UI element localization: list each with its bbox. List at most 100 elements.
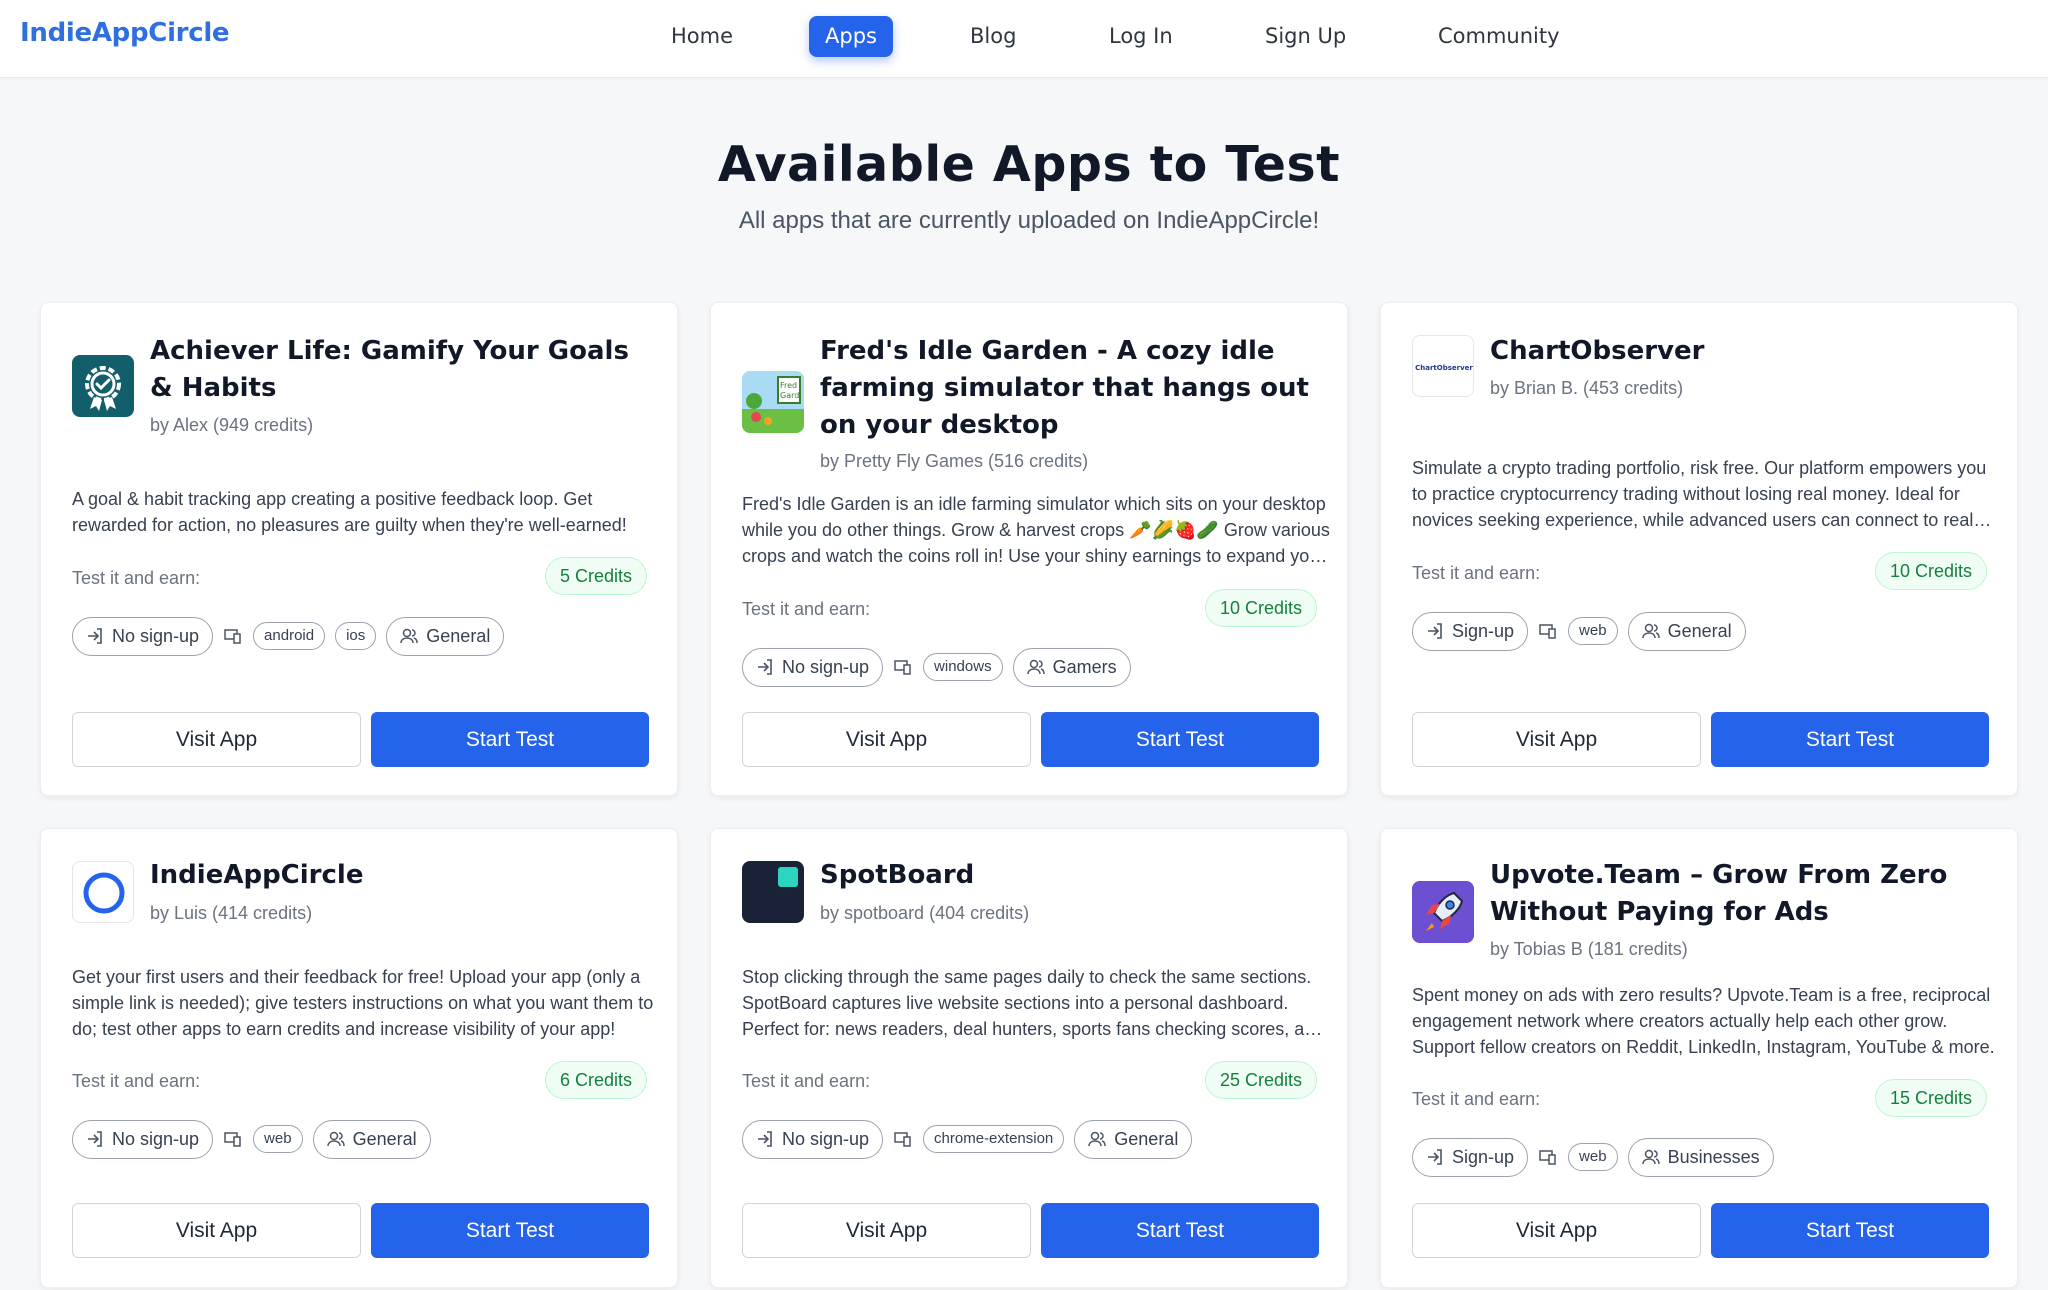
page-title: Available Apps to Test: [717, 136, 1341, 193]
visit-app-button[interactable]: Visit App: [1412, 1203, 1701, 1258]
app-author: by Alex (949 credits): [150, 415, 314, 435]
audience-tag: General: [312, 1119, 431, 1159]
login-icon: [88, 1131, 102, 1147]
users-icon: [1641, 623, 1660, 639]
users-icon: [1088, 1131, 1107, 1147]
nav-links: Home Apps Blog Log In Sign Up Community: [0, 0, 2048, 78]
start-test-button[interactable]: Start Test: [1711, 712, 1989, 767]
audience-label: Gamers: [1052, 656, 1117, 677]
visit-app-button[interactable]: Visit App: [72, 712, 361, 767]
app-card: SpotBoard by spotboard (404 credits) Sto…: [710, 828, 1348, 1288]
visit-app-button[interactable]: Visit App: [1412, 712, 1701, 767]
audience-tag: General: [1074, 1119, 1193, 1159]
audience-label: General: [1114, 1128, 1179, 1149]
nav-home[interactable]: Home: [671, 16, 733, 57]
spotboard-logo: [742, 861, 804, 923]
platform-chip: chrome-extension: [923, 1125, 1065, 1153]
earn-label: Test it and earn:: [742, 599, 871, 619]
login-icon: [1428, 1149, 1442, 1165]
signup-tag: Sign-up: [1412, 611, 1529, 651]
platform-chip: windows: [923, 653, 1003, 681]
app-author: by spotboard (404 credits): [820, 903, 1030, 923]
audience-label: General: [426, 625, 491, 646]
app-author: by Tobias B (181 credits): [1490, 939, 1688, 959]
platform-chip: web: [1568, 1143, 1618, 1171]
svg-text:Fred: Fred: [780, 381, 797, 390]
login-icon: [758, 659, 772, 675]
signup-label: Sign-up: [1452, 1146, 1515, 1167]
signup-tag: No sign-up: [742, 647, 884, 687]
svg-text:ChartObserver: ChartObserver: [1415, 364, 1473, 372]
visit-app-button[interactable]: Visit App: [72, 1203, 361, 1258]
freds-idle-garden-logo: Fred Gard: [742, 371, 804, 433]
login-icon: [1428, 623, 1442, 639]
visit-app-button[interactable]: Visit App: [742, 1203, 1031, 1258]
app-title[interactable]: Achiever Life: Gamify Your Goals & Habit…: [150, 333, 660, 407]
app-author: by Brian B. (453 credits): [1490, 378, 1684, 398]
audience-label: General: [1667, 620, 1732, 641]
app-description: A goal & habit tracking app creating a p…: [72, 489, 627, 535]
app-title[interactable]: Upvote.Team – Grow From Zero Without Pay…: [1490, 857, 2000, 931]
signup-label: No sign-up: [782, 656, 870, 677]
chartobserver-logo: ChartObserver: [1412, 335, 1474, 397]
app-description: Get your first users and their feedback …: [72, 967, 654, 1039]
visit-app-button[interactable]: Visit App: [742, 712, 1031, 767]
tag-row: No sign-up chrome-extension General: [742, 1119, 1193, 1159]
upvote-team-logo: [1412, 881, 1474, 943]
signup-label: Sign-up: [1452, 620, 1515, 641]
audience-tag: General: [386, 616, 505, 656]
signup-label: No sign-up: [112, 1128, 200, 1149]
app-title[interactable]: Fred's Idle Garden - A cozy idle farming…: [820, 333, 1330, 444]
audience-tag: Businesses: [1627, 1137, 1774, 1177]
devices-icon: [894, 1132, 911, 1147]
app-card: Fred Gard Fred's Idle Garden - A cozy id…: [710, 302, 1348, 796]
credits-badge: 10 Credits: [1874, 552, 1987, 590]
audience-tag: Gamers: [1012, 647, 1131, 687]
app-description: Fred's Idle Garden is an idle farming si…: [742, 494, 1330, 566]
earn-label: Test it and earn:: [72, 1071, 201, 1091]
nav-signup[interactable]: Sign Up: [1265, 16, 1346, 57]
svg-text:Gard: Gard: [780, 391, 799, 400]
audience-label: Businesses: [1667, 1146, 1760, 1167]
signup-tag: No sign-up: [72, 1119, 214, 1159]
credits-badge: 25 Credits: [1204, 1061, 1317, 1099]
start-test-button[interactable]: Start Test: [1711, 1203, 1989, 1258]
users-icon: [400, 628, 419, 644]
nav-login[interactable]: Log In: [1109, 16, 1173, 57]
app-author: by Pretty Fly Games (516 credits): [820, 451, 1089, 471]
platform-chip: ios: [335, 622, 377, 650]
nav-apps[interactable]: Apps: [809, 16, 893, 57]
top-navbar: IndieAppCircle Home Apps Blog Log In Sig…: [0, 0, 2048, 78]
nav-blog[interactable]: Blog: [970, 16, 1016, 57]
nav-community[interactable]: Community: [1438, 16, 1560, 57]
signup-label: No sign-up: [782, 1128, 870, 1149]
credits-badge: 5 Credits: [544, 557, 647, 595]
devices-icon: [224, 629, 241, 644]
earn-label: Test it and earn:: [742, 1071, 871, 1091]
signup-tag: Sign-up: [1412, 1137, 1529, 1177]
credits-badge: 10 Credits: [1204, 589, 1317, 627]
app-title[interactable]: SpotBoard: [820, 857, 1330, 894]
users-icon: [1026, 659, 1045, 675]
start-test-button[interactable]: Start Test: [371, 712, 649, 767]
app-title[interactable]: ChartObserver: [1490, 333, 2000, 370]
tag-row: No sign-up android ios General: [72, 616, 505, 656]
signup-tag: No sign-up: [742, 1119, 884, 1159]
app-description: Spent money on ads with zero results? Up…: [1412, 985, 1995, 1057]
start-test-button[interactable]: Start Test: [371, 1203, 649, 1258]
start-test-button[interactable]: Start Test: [1041, 1203, 1319, 1258]
signup-label: No sign-up: [112, 625, 200, 646]
app-author: by Luis (414 credits): [150, 903, 313, 923]
app-title[interactable]: IndieAppCircle: [150, 857, 660, 894]
earn-label: Test it and earn:: [1412, 1089, 1541, 1109]
start-test-button[interactable]: Start Test: [1041, 712, 1319, 767]
devices-icon: [1539, 1150, 1556, 1165]
users-icon: [326, 1131, 345, 1147]
indieappcircle-logo: [72, 861, 134, 923]
credits-badge: 6 Credits: [544, 1061, 647, 1099]
app-card: IndieAppCircle by Luis (414 credits) Get…: [40, 828, 678, 1288]
app-card: Achiever Life: Gamify Your Goals & Habit…: [40, 302, 678, 796]
app-card: Upvote.Team – Grow From Zero Without Pay…: [1380, 828, 2018, 1288]
devices-icon: [224, 1132, 241, 1147]
tag-row: Sign-up web General: [1412, 611, 1746, 651]
